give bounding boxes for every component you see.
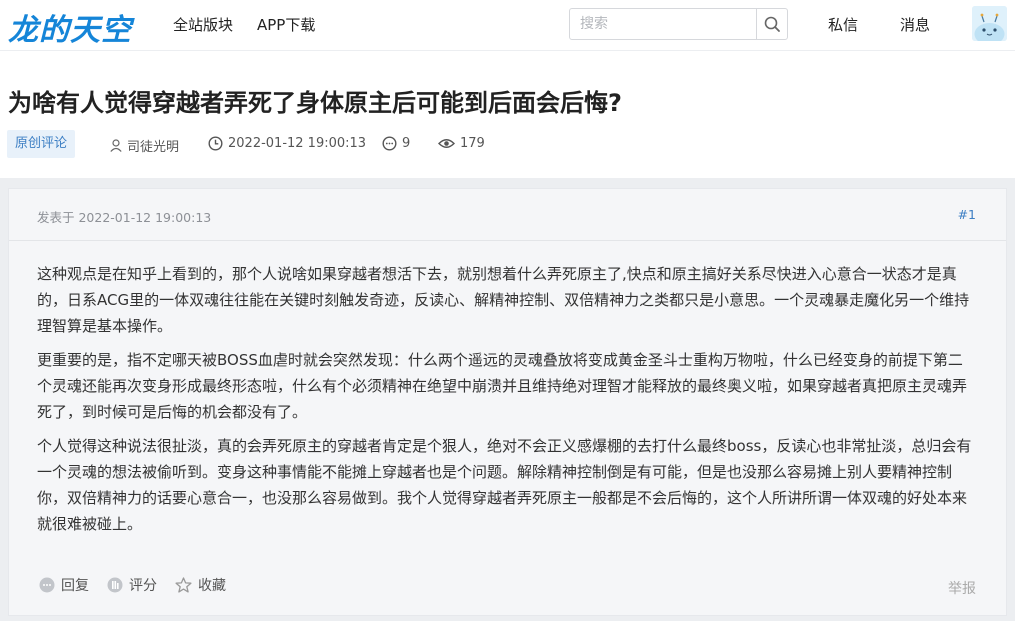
favorite-label: 收藏 bbox=[198, 578, 226, 594]
view-count-value: 179 bbox=[460, 136, 485, 151]
reply-label: 回复 bbox=[61, 578, 89, 594]
clock-icon bbox=[208, 136, 223, 151]
post-time: 2022-01-12 19:00:13 bbox=[208, 136, 366, 151]
thread-title: 为啥有人觉得穿越者弄死了身体原主后可能到后面会后悔? bbox=[8, 89, 622, 117]
category-tag[interactable]: 原创评论 bbox=[7, 130, 76, 158]
view-count: 179 bbox=[438, 136, 485, 151]
nav-all-boards[interactable]: 全站版块 bbox=[173, 14, 233, 35]
post-actions: 回复 评分 收藏 bbox=[39, 575, 244, 595]
site-logo[interactable]: 龙的天空 bbox=[8, 5, 132, 49]
eye-icon bbox=[438, 139, 455, 148]
search-button[interactable] bbox=[756, 9, 787, 39]
thread-header: 为啥有人觉得穿越者弄死了身体原主后可能到后面会后悔? 原创评论 司徒光明 202… bbox=[0, 50, 1015, 178]
search-box bbox=[569, 8, 788, 40]
search-input[interactable] bbox=[570, 9, 756, 39]
post-content: 这种观点是在知乎上看到的，那个人说啥如果穿越者想活下去，就别想着什么弄死原主了,… bbox=[37, 261, 977, 545]
author-name[interactable]: 司徒光明 bbox=[127, 136, 179, 155]
top-navigation-bar: 龙的天空 全站版块 APP下载 私信 消息 bbox=[0, 0, 1015, 50]
nav-app-download[interactable]: APP下载 bbox=[257, 14, 315, 35]
private-messages-link[interactable]: 私信 bbox=[828, 14, 858, 35]
search-icon bbox=[764, 16, 780, 32]
star-icon bbox=[175, 577, 192, 593]
reply-button[interactable]: 回复 bbox=[39, 575, 89, 595]
user-avatar[interactable] bbox=[972, 6, 1007, 41]
comment-icon bbox=[382, 136, 397, 151]
post-paragraph: 这种观点是在知乎上看到的，那个人说啥如果穿越者想活下去，就别想着什么弄死原主了,… bbox=[37, 265, 970, 335]
floor-number-link[interactable]: #1 bbox=[958, 207, 976, 222]
post-paragraph: 个人觉得这种说法很扯淡，真的会弄死原主的穿越者肯定是个狠人，绝对不会正义感爆棚的… bbox=[37, 437, 972, 533]
rate-icon bbox=[107, 577, 123, 593]
author-info[interactable]: 司徒光明 bbox=[110, 136, 179, 155]
avatar-image bbox=[972, 6, 1007, 41]
post-floor-1: 发表于 2022-01-12 19:00:13 #1 这种观点是在知乎上看到的，… bbox=[8, 188, 1007, 616]
notifications-link[interactable]: 消息 bbox=[900, 14, 930, 35]
reply-count-value: 9 bbox=[402, 136, 411, 151]
rate-button[interactable]: 评分 bbox=[107, 575, 157, 595]
favorite-button[interactable]: 收藏 bbox=[175, 575, 226, 595]
user-icon bbox=[110, 139, 122, 152]
post-datetime: 2022-01-12 19:00:13 bbox=[228, 136, 367, 151]
floor-header: 发表于 2022-01-12 19:00:13 #1 bbox=[9, 189, 1006, 241]
reply-count: 9 bbox=[382, 136, 410, 151]
floor-posted-time: 发表于 2022-01-12 19:00:13 bbox=[37, 210, 212, 225]
reply-icon bbox=[39, 577, 55, 593]
report-button[interactable]: 举报 bbox=[948, 578, 976, 598]
post-paragraph: 更重要的是，指不定哪天被BOSS血虐时就会突然发现：什么两个遥远的灵魂叠放将变成… bbox=[37, 351, 968, 421]
rate-label: 评分 bbox=[129, 578, 157, 594]
